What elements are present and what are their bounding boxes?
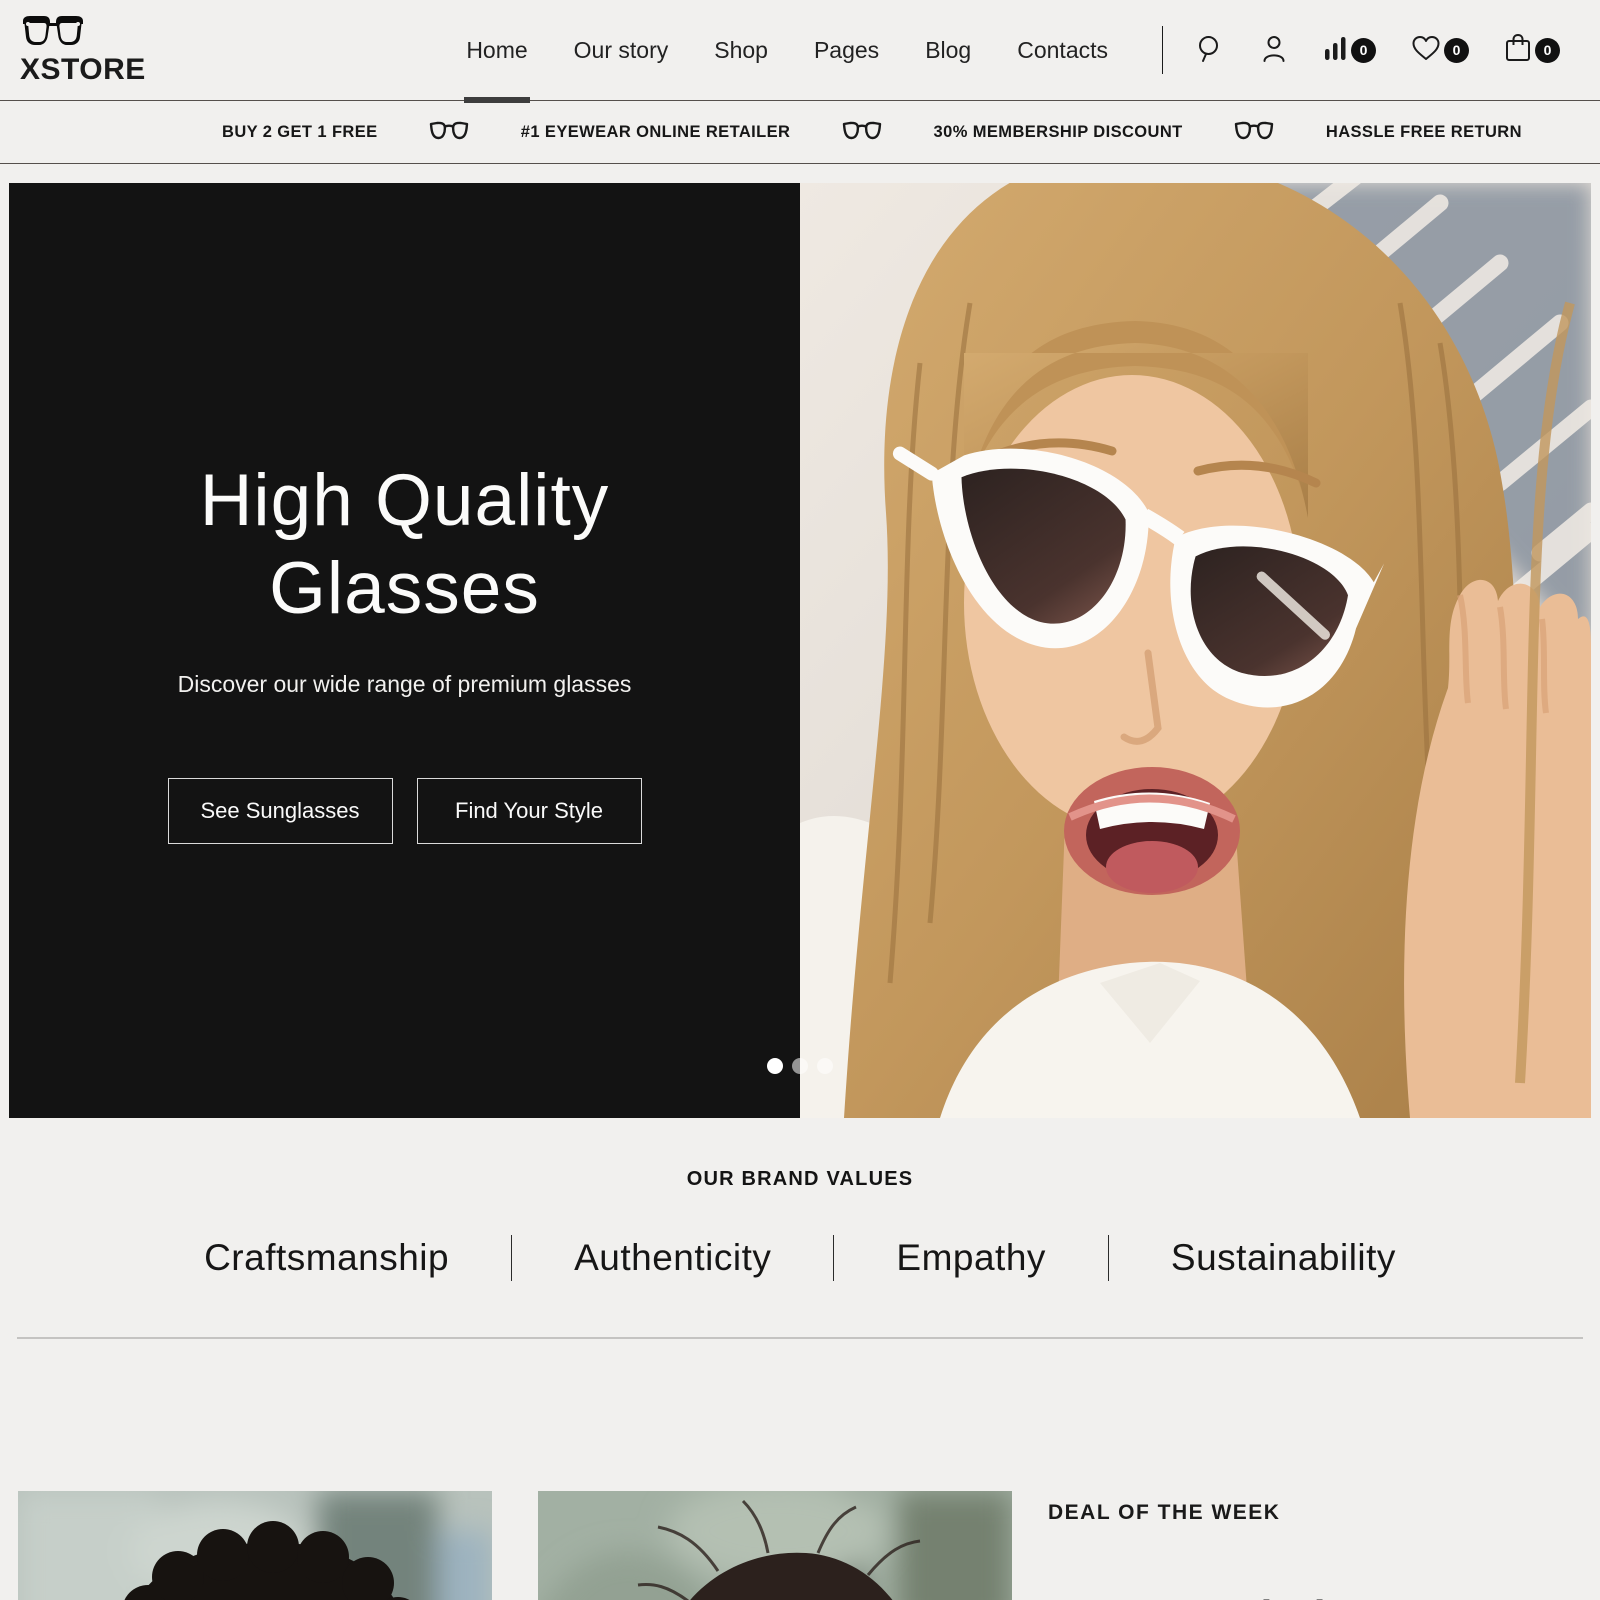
value-empathy: Empathy [896,1237,1046,1279]
site-header: XSTORE Home Our story Shop Pages Blog Co… [0,0,1600,101]
wishlist-button[interactable]: 0 [1410,33,1469,68]
brand-values-section: OUR BRAND VALUES Craftsmanship Authentic… [0,1118,1600,1281]
main-nav: Home Our story Shop Pages Blog Contacts [466,0,1108,100]
section-divider [17,1337,1583,1339]
header-divider [1162,26,1163,74]
header-actions: 0 0 0 [1195,32,1560,69]
search-icon [1195,33,1225,68]
carousel-dot-1[interactable] [767,1058,783,1074]
value-authenticity: Authenticity [574,1237,771,1279]
sunglasses-icon [842,121,882,143]
heart-icon [1410,33,1442,68]
nav-item-home[interactable]: Home [466,0,527,100]
user-icon [1259,33,1289,68]
deal-title: Memorial Day Sale [1048,1587,1582,1600]
carousel-dot-3[interactable] [817,1058,833,1074]
brand-name: XSTORE [20,55,146,85]
shopping-bag-icon [1503,32,1533,69]
promo-item: #1 EYEWEAR ONLINE RETAILER [521,123,791,142]
sunglasses-icon [1234,121,1274,143]
value-craftsmanship: Craftsmanship [204,1237,449,1279]
promo-item: BUY 2 GET 1 FREE [222,123,378,142]
compare-button[interactable]: 0 [1323,33,1376,68]
value-divider [511,1235,512,1281]
compare-count-badge: 0 [1351,38,1376,63]
hero-title: High Quality Glasses [165,457,645,632]
sunglasses-icon [429,121,469,143]
deal-eyebrow: DEAL OF THE WEEK [1048,1501,1582,1525]
deal-of-week-section: DEAL OF THE WEEK Memorial Day Sale [18,1491,1582,1600]
account-button[interactable] [1259,33,1289,68]
see-sunglasses-button[interactable]: See Sunglasses [168,778,393,844]
deal-photo-man [18,1491,492,1600]
value-sustainability: Sustainability [1171,1237,1396,1279]
hero-photo-illustration [800,183,1591,1118]
wishlist-count-badge: 0 [1444,38,1469,63]
nav-item-contacts[interactable]: Contacts [1017,0,1108,100]
nav-item-pages[interactable]: Pages [814,0,879,100]
value-divider [833,1235,834,1281]
hero-photo [800,183,1591,1118]
glasses-icon [20,15,86,53]
hero-subtitle: Discover our wide range of premium glass… [178,671,632,698]
hero-text-panel: High Quality Glasses Discover our wide r… [9,183,800,1118]
promo-item: HASSLE FREE RETURN [1326,123,1522,142]
nav-item-our-story[interactable]: Our story [574,0,669,100]
carousel-dots [767,1058,833,1074]
promo-item: 30% MEMBERSHIP DISCOUNT [934,123,1183,142]
brand-values-heading: OUR BRAND VALUES [0,1168,1600,1191]
carousel-dot-2[interactable] [792,1058,808,1074]
search-button[interactable] [1195,33,1225,68]
cart-button[interactable]: 0 [1503,32,1560,69]
nav-item-blog[interactable]: Blog [925,0,971,100]
hero-slider: High Quality Glasses Discover our wide r… [9,183,1591,1118]
brand-logo[interactable]: XSTORE [20,15,146,85]
deal-photo-woman [538,1491,1012,1600]
value-divider [1108,1235,1109,1281]
brand-values-row: Craftsmanship Authenticity Empathy Susta… [0,1235,1600,1281]
cart-count-badge: 0 [1535,38,1560,63]
deal-text-block: DEAL OF THE WEEK Memorial Day Sale [1048,1491,1582,1600]
hero-buttons: See Sunglasses Find Your Style [168,778,642,844]
nav-item-shop[interactable]: Shop [714,0,768,100]
promo-bar: BUY 2 GET 1 FREE #1 EYEWEAR ONLINE RETAI… [0,101,1600,164]
bar-chart-icon [1323,33,1349,68]
find-your-style-button[interactable]: Find Your Style [417,778,642,844]
